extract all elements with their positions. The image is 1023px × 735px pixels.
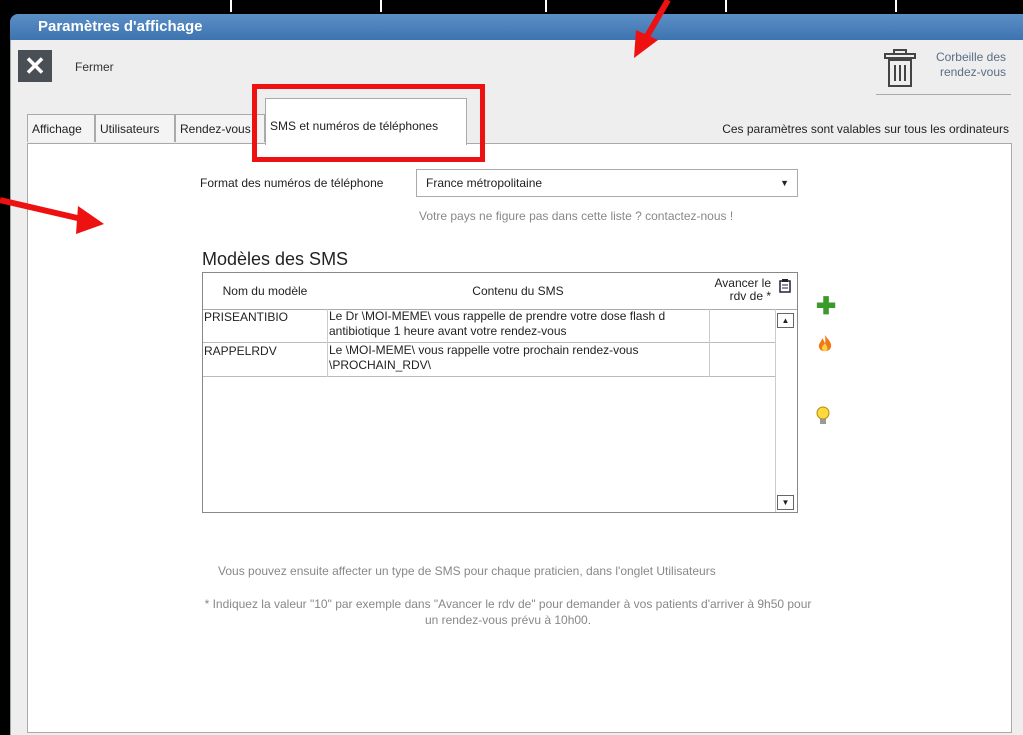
red-arrow — [634, 0, 671, 58]
window-title: Paramètres d'affichage — [10, 14, 1023, 40]
divider — [380, 0, 382, 12]
fire-icon[interactable] — [816, 334, 834, 354]
table-row[interactable]: PRISEANTIBIO Le Dr \MOI-MEME\ vous rappe… — [203, 309, 775, 343]
close-label[interactable]: Fermer — [75, 60, 114, 74]
chevron-down-icon: ▼ — [780, 178, 789, 188]
divider — [725, 0, 727, 12]
top-strip — [0, 0, 1023, 14]
phone-format-value: France métropolitaine — [426, 176, 543, 190]
sms-table: Nom du modèle Contenu du SMS Avancer le … — [202, 272, 798, 513]
tab-affichage[interactable]: Affichage — [27, 114, 95, 142]
scroll-up-icon[interactable]: ▲ — [777, 313, 794, 328]
trash-label: Corbeille des rendez-vous — [935, 50, 1006, 79]
tab-utilisateurs[interactable]: Utilisateurs — [95, 114, 175, 142]
divider — [775, 309, 776, 512]
clipboard-icon[interactable] — [779, 279, 791, 293]
footer-note: Vous pouvez ensuite affecter un type de … — [218, 564, 716, 578]
footer-hint: * Indiquez la valeur "10" par exemple da… — [204, 597, 812, 627]
toolbar: ✕ Fermer Corbeille des rendez-vous — [11, 40, 1023, 96]
red-arrow — [0, 197, 104, 234]
table-scrollbar[interactable]: ▲ ▼ — [777, 313, 795, 510]
contact-link[interactable]: Votre pays ne figure pas dans cette list… — [419, 209, 733, 223]
add-icon[interactable]: ✚ — [816, 292, 836, 321]
sms-section-title: Modèles des SMS — [202, 249, 349, 269]
tab-sms[interactable]: SMS et numéros de téléphones — [265, 98, 467, 145]
scroll-down-icon[interactable]: ▼ — [777, 495, 794, 510]
divider — [709, 309, 710, 377]
divider — [327, 309, 328, 377]
template-content: Le \MOI-MEME\ vous rappelle votre procha… — [329, 343, 639, 372]
table-header: Nom du modèle Contenu du SMS Avancer le … — [203, 273, 797, 310]
template-name: RAPPELRDV — [204, 344, 277, 358]
settings-window: ✕ Fermer Corbeille des rendez-vous Affic… — [10, 40, 1023, 735]
tab-bar: Affichage Utilisateurs Rendez-vous SMS e… — [27, 98, 1023, 145]
lightbulb-icon[interactable] — [816, 406, 830, 426]
tab-note: Ces paramètres sont valables sur tous le… — [722, 122, 1009, 136]
template-name: PRISEANTIBIO — [204, 310, 289, 324]
table-row[interactable]: RAPPELRDV Le \MOI-MEME\ vous rappelle vo… — [203, 343, 775, 377]
divider — [895, 0, 897, 12]
template-content: Le Dr \MOI-MEME\ vous rappelle de prendr… — [329, 309, 666, 338]
column-header[interactable]: Nom du modèle — [203, 273, 327, 309]
column-header[interactable]: Avancer le rdv de * — [709, 273, 775, 309]
divider — [545, 0, 547, 12]
sms-panel: Format des numéros de téléphone France m… — [27, 143, 1012, 733]
divider — [230, 0, 232, 12]
phone-format-label: Format des numéros de téléphone — [200, 176, 384, 190]
phone-format-select[interactable]: France métropolitaine ▼ — [416, 169, 798, 197]
trash-icon — [884, 49, 916, 87]
close-button[interactable]: ✕ — [18, 50, 52, 82]
column-header[interactable]: Contenu du SMS — [327, 273, 709, 309]
close-icon: ✕ — [24, 51, 46, 81]
trash-button[interactable]: Corbeille des rendez-vous — [876, 46, 1011, 95]
